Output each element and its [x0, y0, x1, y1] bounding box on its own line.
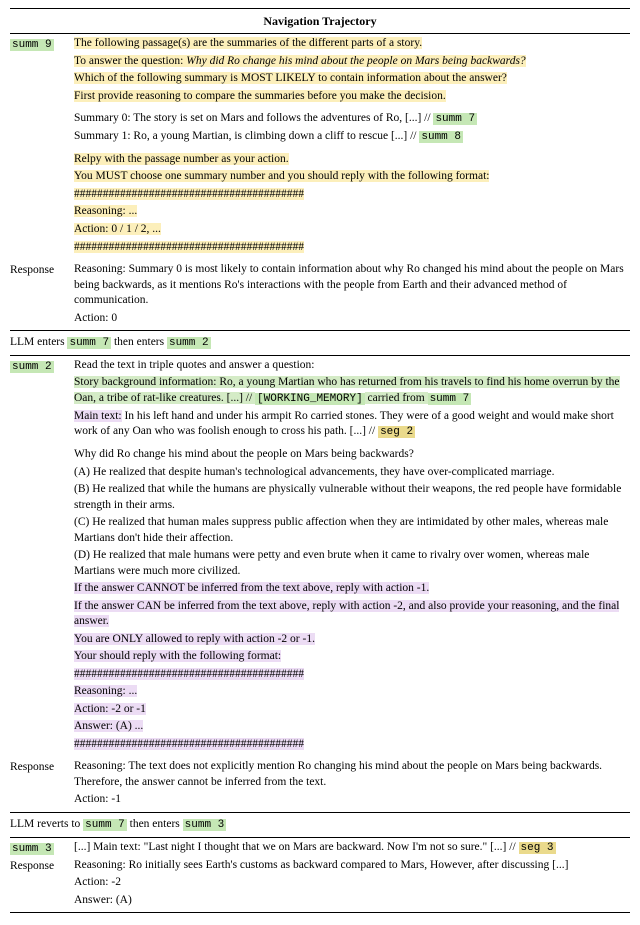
intro-line3: Which of the following summary is MOST L…: [74, 72, 507, 84]
s2-question: Why did Ro change his mind about the peo…: [74, 447, 630, 463]
tag-summ3-b: summ 3: [10, 843, 54, 855]
tag-summ2-b: summ 2: [10, 361, 54, 373]
s2-fAns: Answer: (A) ...: [74, 720, 143, 732]
instr-reply: Relpy with the passage number as your ac…: [74, 153, 289, 165]
label-response-1: Response: [10, 262, 68, 279]
response-reasoning-1: Reasoning: Summary 0 is most likely to c…: [74, 262, 630, 309]
narr1a: LLM enters: [10, 336, 67, 348]
label-response-2: Response: [10, 759, 68, 776]
intro-question: Why did Ro change his mind about the peo…: [186, 55, 525, 67]
tag-summ9: summ 9: [10, 39, 54, 51]
s2-fR: Reasoning: ...: [74, 685, 137, 697]
s3-maintext: [...] Main text: "Last night I thought t…: [74, 841, 519, 853]
narr1b: then enters: [111, 336, 167, 348]
tag-seg3: seg 3: [519, 842, 556, 854]
s2-optA: (A) He realized that despite human's tec…: [74, 465, 630, 481]
response-action-2: Action: -1: [74, 792, 630, 808]
s2-optC: (C) He realized that human males suppres…: [74, 515, 630, 546]
fmt-action: Action: 0 / 1 / 2, ...: [74, 223, 161, 235]
intro-line4: First provide reasoning to compare the s…: [74, 90, 446, 102]
narr2b: then enters: [127, 818, 183, 830]
label-response-3: Response: [10, 858, 68, 875]
response-reasoning-2: Reasoning: The text does not explicitly …: [74, 759, 630, 790]
summary-1: Summary 1: Ro, a young Martian, is climb…: [74, 130, 419, 142]
s2-i2: If the answer CAN be inferred from the t…: [74, 600, 619, 628]
response-action-1: Action: 0: [74, 311, 630, 327]
s2-i3: You are ONLY allowed to reply with actio…: [74, 633, 315, 645]
tag-summ7-b: summ 7: [67, 337, 111, 349]
s2-hash1: ########################################: [74, 668, 304, 680]
s2-bg2: carried from: [365, 392, 428, 404]
s2-hash2: ########################################: [74, 738, 304, 750]
narr2a: LLM reverts to: [10, 818, 83, 830]
tag-summ7-a: summ 7: [433, 113, 477, 125]
response-answer-3: Answer: (A): [74, 893, 630, 909]
tag-summ7-c: summ 7: [428, 393, 472, 405]
hashline-1: ########################################: [74, 188, 304, 200]
s2-maintext-label: Main text:: [74, 410, 122, 422]
s2-i4: Your should reply with the following for…: [74, 650, 281, 662]
tag-seg2: seg 2: [378, 426, 415, 438]
intro-line1: The following passage(s) are the summari…: [74, 37, 422, 49]
s2-optD: (D) He realized that male humans were pe…: [74, 548, 630, 579]
response-reasoning-3: Reasoning: Ro initially sees Earth's cus…: [74, 858, 630, 874]
tag-summ8: summ 8: [419, 131, 463, 143]
s2-read: Read the text in triple quotes and answe…: [74, 358, 630, 374]
s2-fA: Action: -2 or -1: [74, 703, 146, 715]
instr-format: You MUST choose one summary number and y…: [74, 170, 489, 182]
response-action-3: Action: -2: [74, 875, 630, 891]
s2-optB: (B) He realized that while the humans ar…: [74, 482, 630, 513]
tag-summ2-a: summ 2: [167, 337, 211, 349]
s2-maintext-body: In his left hand and under his armpit Ro…: [74, 410, 614, 438]
tag-wm: [WORKING_MEMORY]: [255, 393, 365, 405]
page-title: Navigation Trajectory: [10, 11, 630, 31]
fmt-reasoning: Reasoning: ...: [74, 205, 137, 217]
s2-i1: If the answer CANNOT be inferred from th…: [74, 582, 429, 594]
hashline-2: ########################################: [74, 241, 304, 253]
intro-line2a: To answer the question:: [74, 55, 186, 67]
summary-0: Summary 0: The story is set on Mars and …: [74, 112, 433, 124]
